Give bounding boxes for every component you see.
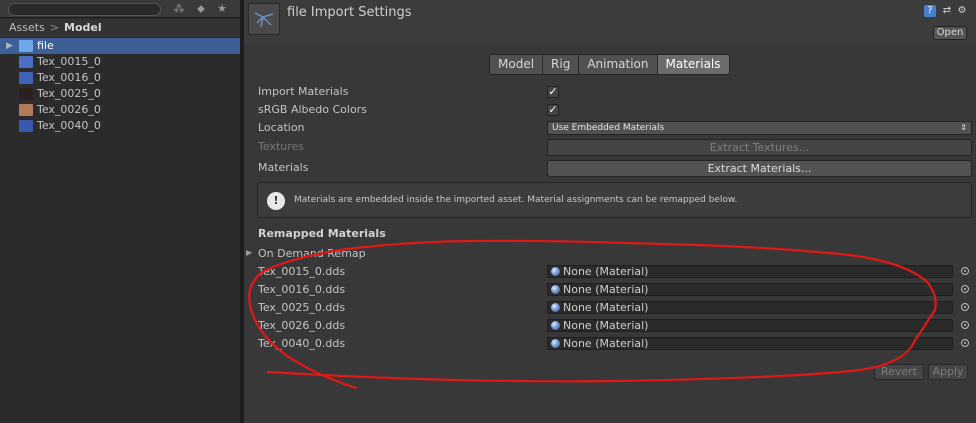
material-field-value: None (Material) <box>563 319 649 332</box>
material-object-field[interactable]: None (Material) <box>547 265 953 278</box>
breadcrumb-separator: > <box>49 21 60 34</box>
asset-label: Tex_0016_0 <box>37 71 101 84</box>
texture-icon <box>19 120 33 132</box>
location-dropdown-value: Use Embedded Materials <box>552 123 665 133</box>
foldout-arrow-icon[interactable]: ▶ <box>246 248 252 257</box>
apply-button[interactable]: Apply <box>928 364 968 380</box>
filter-by-label-icon[interactable]: ⬥ <box>193 2 209 16</box>
object-picker-icon[interactable] <box>961 321 969 329</box>
material-sphere-icon <box>551 285 560 294</box>
material-object-field[interactable]: None (Material) <box>547 301 953 314</box>
on-demand-remap-foldout[interactable]: On Demand Remap <box>258 247 366 260</box>
favorites-star-icon[interactable]: ★ <box>214 2 230 16</box>
tab-model[interactable]: Model <box>490 55 544 74</box>
asset-label: Tex_0025_0 <box>37 87 101 100</box>
tab-animation[interactable]: Animation <box>579 55 658 74</box>
breadcrumb-root[interactable]: Assets <box>9 21 45 34</box>
remap-row: Tex_0040_0.dds None (Material) <box>244 336 976 351</box>
object-picker-icon[interactable] <box>961 339 969 347</box>
material-sphere-icon <box>551 339 560 348</box>
asset-label: Tex_0026_0 <box>37 103 101 116</box>
model-preview-icon <box>248 3 280 35</box>
help-book-icon[interactable]: ? <box>924 5 936 17</box>
remap-source-label: Tex_0040_0.dds <box>258 337 346 350</box>
materials-label: Materials <box>258 161 309 174</box>
revert-button[interactable]: Revert <box>874 364 924 380</box>
material-sphere-icon <box>551 303 560 312</box>
material-field-value: None (Material) <box>563 337 649 350</box>
extract-materials-button[interactable]: Extract Materials... <box>547 160 972 177</box>
material-object-field[interactable]: None (Material) <box>547 283 953 296</box>
remap-row: Tex_0016_0.dds None (Material) <box>244 282 976 297</box>
model-icon <box>19 40 33 52</box>
remap-source-label: Tex_0026_0.dds <box>258 319 346 332</box>
texture-icon <box>19 72 33 84</box>
asset-item-texture[interactable]: Tex_0026_0 <box>0 102 240 118</box>
tab-rig[interactable]: Rig <box>543 55 580 74</box>
location-label: Location <box>258 121 305 134</box>
breadcrumb-current[interactable]: Model <box>64 21 102 34</box>
asset-item-texture[interactable]: Tex_0025_0 <box>0 86 240 102</box>
gear-icon[interactable]: ⚙ <box>956 5 968 17</box>
info-helpbox: ! Materials are embedded inside the impo… <box>257 182 972 218</box>
srgb-albedo-checkbox[interactable]: ✓ <box>547 104 559 116</box>
material-object-field[interactable]: None (Material) <box>547 337 953 350</box>
filter-by-type-icon[interactable]: ⁂ <box>171 2 187 16</box>
remap-row: Tex_0015_0.dds None (Material) <box>244 264 976 279</box>
project-toolbar: ⁂ ⬥ ★ <box>0 0 240 18</box>
asset-label: Tex_0015_0 <box>37 55 101 68</box>
remapped-materials-heading: Remapped Materials <box>258 227 386 240</box>
texture-icon <box>19 56 33 68</box>
asset-item-texture[interactable]: Tex_0015_0 <box>0 54 240 70</box>
remap-source-label: Tex_0025_0.dds <box>258 301 346 314</box>
asset-label: file <box>37 39 54 52</box>
object-picker-icon[interactable] <box>961 285 969 293</box>
helpbox-text: Materials are embedded inside the import… <box>294 195 738 205</box>
asset-item-file[interactable]: ▶ file <box>0 38 240 54</box>
import-materials-checkbox[interactable]: ✓ <box>547 86 559 98</box>
open-button[interactable]: Open <box>933 26 967 40</box>
material-field-value: None (Material) <box>563 301 649 314</box>
import-materials-label: Import Materials <box>258 85 349 98</box>
remap-row: Tex_0026_0.dds None (Material) <box>244 318 976 333</box>
remap-source-label: Tex_0016_0.dds <box>258 283 346 296</box>
inspector-panel: file Import Settings ? ⇄ ⚙ Open Model Ri… <box>244 0 976 423</box>
texture-icon <box>19 104 33 116</box>
remap-row: Tex_0025_0.dds None (Material) <box>244 300 976 315</box>
importer-tabs: Model Rig Animation Materials <box>489 54 730 75</box>
object-picker-icon[interactable] <box>961 267 969 275</box>
search-input[interactable] <box>8 3 161 16</box>
object-picker-icon[interactable] <box>961 303 969 311</box>
tab-materials[interactable]: Materials <box>657 55 729 74</box>
expand-arrow-icon[interactable]: ▶ <box>6 38 13 54</box>
inspector-title: file Import Settings <box>287 5 412 20</box>
material-sphere-icon <box>551 267 560 276</box>
breadcrumb: Assets > Model <box>0 19 240 37</box>
material-object-field[interactable]: None (Material) <box>547 319 953 332</box>
textures-label: Textures <box>258 140 304 153</box>
material-field-value: None (Material) <box>563 283 649 296</box>
preset-icon[interactable]: ⇄ <box>941 5 953 17</box>
location-dropdown[interactable]: Use Embedded Materials ⇕ <box>547 121 972 135</box>
material-field-value: None (Material) <box>563 265 649 278</box>
asset-item-texture[interactable]: Tex_0040_0 <box>0 118 240 134</box>
texture-icon <box>19 88 33 100</box>
srgb-albedo-label: sRGB Albedo Colors <box>258 103 367 116</box>
project-panel: ⁂ ⬥ ★ Assets > Model ▶ file Tex_0015_0 Tex… <box>0 0 240 423</box>
dropdown-arrows-icon: ⇕ <box>960 123 967 132</box>
info-icon: ! <box>267 192 285 210</box>
asset-item-texture[interactable]: Tex_0016_0 <box>0 70 240 86</box>
inspector-header: file Import Settings ? ⇄ ⚙ Open <box>244 0 976 42</box>
remap-source-label: Tex_0015_0.dds <box>258 265 346 278</box>
asset-label: Tex_0040_0 <box>37 119 101 132</box>
extract-textures-button[interactable]: Extract Textures... <box>547 139 972 156</box>
material-sphere-icon <box>551 321 560 330</box>
